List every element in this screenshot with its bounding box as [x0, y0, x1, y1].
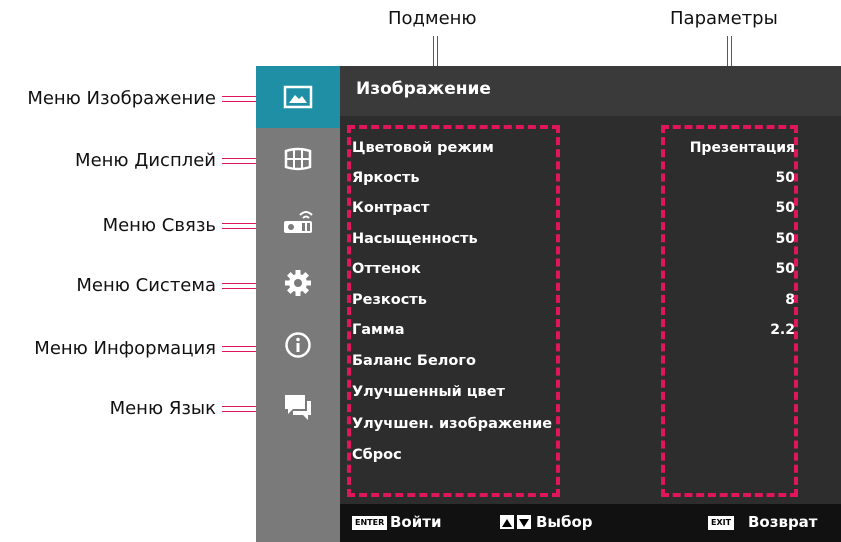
sidebar-item-language[interactable]	[256, 376, 340, 438]
down-arrow-key-icon	[517, 515, 531, 529]
side-label-system: Меню Система	[76, 275, 216, 296]
side-label-image: Меню Изображение	[27, 88, 216, 109]
up-arrow-key-icon	[500, 515, 514, 529]
submenu-callout-label: Подменю	[388, 8, 477, 29]
osd-sidebar	[256, 66, 340, 542]
enter-label[interactable]: Войти	[390, 513, 441, 531]
gear-icon	[285, 270, 311, 296]
side-label-language: Меню Язык	[109, 398, 216, 419]
info-icon	[285, 332, 311, 358]
side-label-display: Меню Дисплей	[75, 150, 216, 171]
sidebar-item-information[interactable]	[256, 314, 340, 376]
language-chat-icon	[285, 395, 311, 420]
connection-icon	[284, 211, 313, 233]
side-label-connection: Меню Связь	[102, 215, 216, 236]
osd-header: Изображение	[340, 66, 841, 116]
submenu-highlight-box	[347, 125, 560, 497]
image-icon	[283, 85, 313, 109]
select-label[interactable]: Выбор	[536, 513, 593, 531]
sidebar-item-connection[interactable]	[256, 190, 340, 252]
osd-menu-window: Изображение Цветовой режим Яркость Контр…	[256, 66, 841, 542]
side-label-information: Меню Информация	[34, 338, 216, 359]
sidebar-item-system[interactable]	[256, 252, 340, 314]
osd-footer: ENTER Войти Выбор EXIT Возврат	[340, 504, 841, 542]
sidebar-item-image[interactable]	[256, 66, 340, 128]
exit-label[interactable]: Возврат	[748, 513, 818, 531]
display-grid-icon	[284, 147, 312, 171]
parameters-highlight-box	[661, 125, 798, 497]
exit-key-icon: EXIT	[708, 516, 735, 530]
enter-key-icon: ENTER	[352, 516, 388, 530]
parameters-callout-label: Параметры	[670, 8, 778, 29]
sidebar-item-display[interactable]	[256, 128, 340, 190]
page-title: Изображение	[356, 79, 491, 99]
